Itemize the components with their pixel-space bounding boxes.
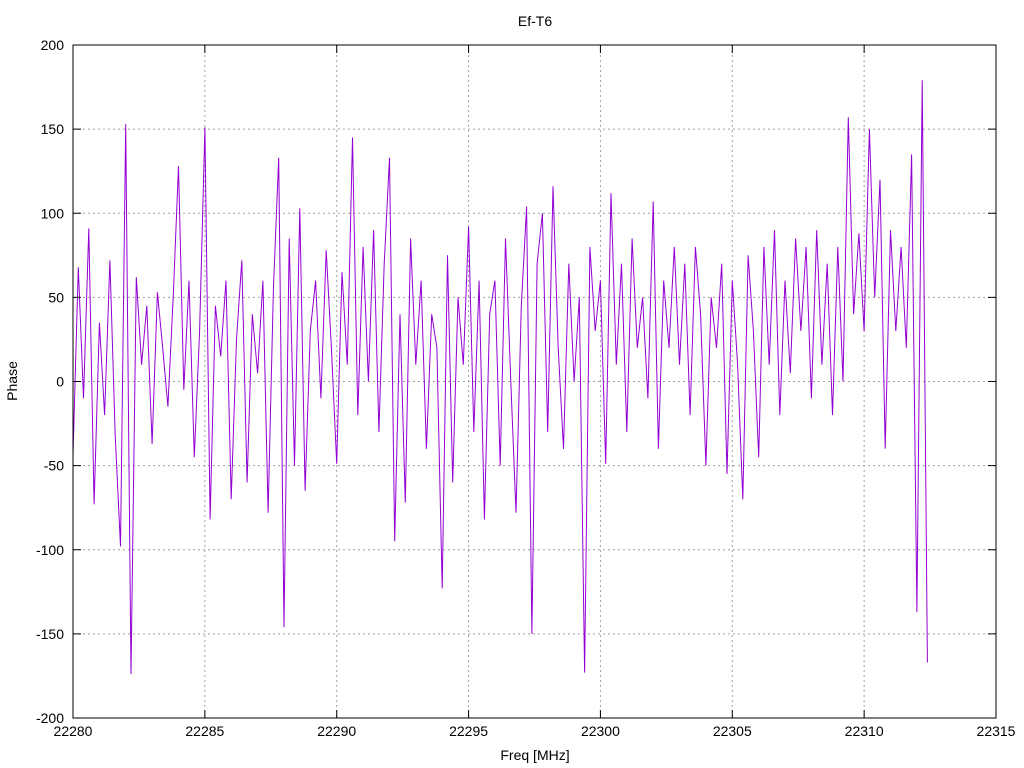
- x-tick-label: 22315: [977, 723, 1016, 739]
- x-tick-label: 22300: [581, 723, 620, 739]
- y-axis-label: Phase: [4, 361, 20, 401]
- y-tick-label: 200: [41, 37, 65, 53]
- grid: [73, 45, 996, 718]
- phase-chart: 22280 22285 22290 22295 22300 22305 22310 22315…: [4, 13, 1016, 763]
- x-tick-label: 22305: [713, 723, 752, 739]
- y-tick-label: 150: [41, 121, 65, 137]
- x-tick-label: 22295: [449, 723, 488, 739]
- y-tick-label: -200: [36, 710, 64, 726]
- y-tick-label: -150: [36, 626, 64, 642]
- y-tick-label: -100: [36, 542, 64, 558]
- x-tick-label: 22285: [185, 723, 224, 739]
- series-layer: [72, 80, 928, 675]
- y-tick-label: 50: [48, 289, 64, 305]
- chart-title: Ef-T6: [518, 13, 552, 29]
- y-tick-label: 0: [56, 374, 64, 390]
- series-line: [72, 80, 928, 675]
- x-tick-label: 22310: [845, 723, 884, 739]
- y-tick-label: 100: [41, 205, 65, 221]
- x-axis-label: Freq [MHz]: [500, 747, 569, 763]
- y-tick-label: -50: [44, 458, 64, 474]
- x-tick-label: 22290: [317, 723, 356, 739]
